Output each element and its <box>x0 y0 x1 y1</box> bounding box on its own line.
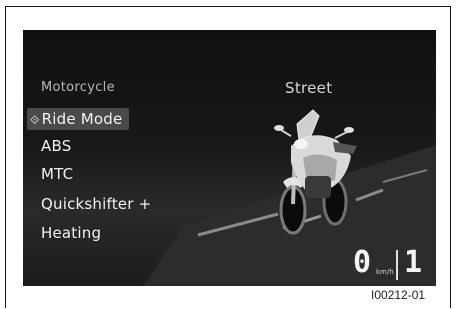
motorcycle-image <box>274 109 357 235</box>
menu-item-label: Ride Mode <box>41 110 123 128</box>
speed-unit: km/h <box>376 268 394 276</box>
figure-caption: I00212-01 <box>371 288 426 302</box>
menu-item-label: Heating <box>41 224 102 242</box>
selected-mode-name: Street <box>285 79 333 97</box>
menu-item-label: Quickshifter + <box>41 195 152 213</box>
menu-item-heating[interactable]: Heating <box>41 224 101 242</box>
selection-arrow-icon: ⟐ <box>30 113 40 127</box>
menu-item-mtc[interactable]: MTC <box>41 165 73 183</box>
gear-separator <box>396 250 398 280</box>
menu-item-abs[interactable]: ABS <box>41 137 71 155</box>
road-background <box>143 145 436 286</box>
menu-item-label: MTC <box>41 165 74 183</box>
menu-item-ride-mode[interactable]: ⟐ Ride Mode <box>27 108 130 130</box>
menu-title: Motorcycle <box>41 80 115 95</box>
dashboard-screen: Motorcycle Street ⟐ Ride Mode ABS MTC Qui… <box>23 30 436 286</box>
gear-indicator: 1 <box>404 245 423 280</box>
menu-item-quickshifter[interactable]: Quickshifter + <box>41 195 151 213</box>
menu-item-label: ABS <box>41 137 72 155</box>
speed-readout: 0 <box>353 245 372 280</box>
